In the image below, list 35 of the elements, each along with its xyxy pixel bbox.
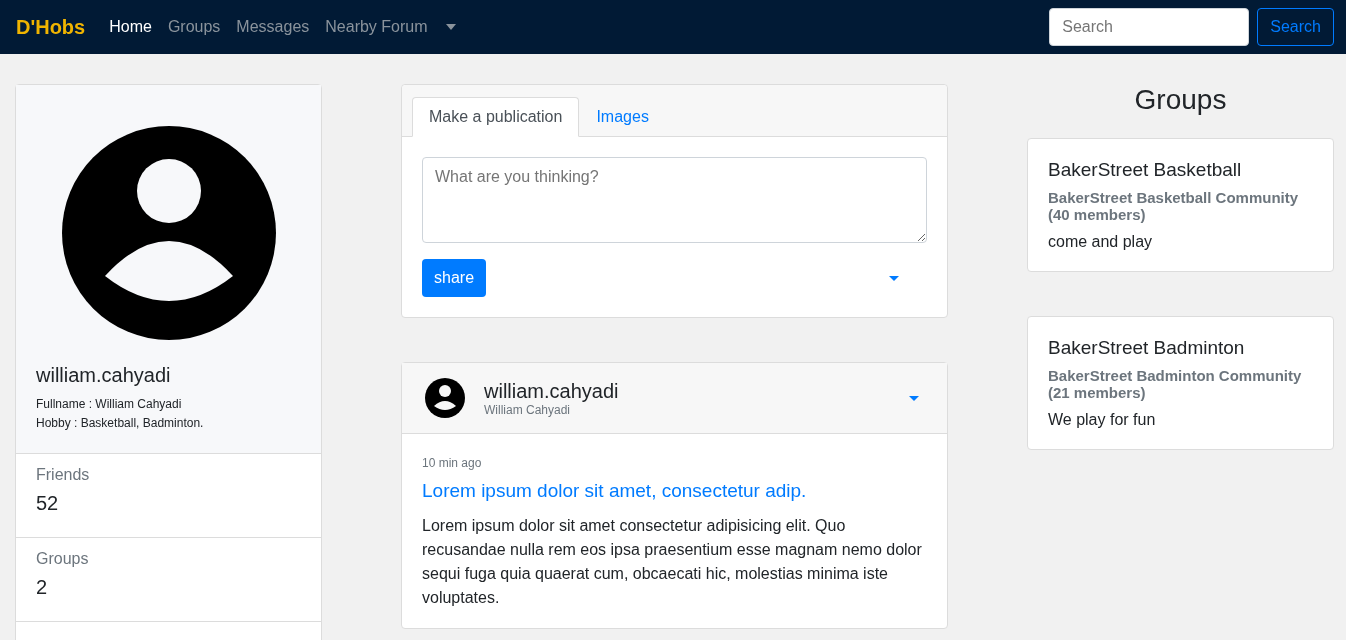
- group-name: BakerStreet Badminton: [1048, 337, 1246, 359]
- nav-link[interactable]: Messages: [236, 18, 310, 36]
- brand-logo[interactable]: D'Hobs: [16, 15, 86, 39]
- group-name: BakerStreet Basketball: [1048, 159, 1243, 181]
- post-input[interactable]: What are you thinking?: [422, 157, 927, 243]
- nav-link[interactable]: Nearby Forum: [325, 18, 428, 36]
- nav-link[interactable]: Groups: [167, 18, 221, 36]
- caret-icon[interactable]: [909, 395, 919, 401]
- post-text: Lorem ipsum dolor sit amet consectetur adipisicing elit. Quo recusandae nulla rem eos ipsa praesentium esse magnam nemo dolor sequi fuga quia quaerat cum, obcaecati hic, molestias minima iste voluptates.: [422, 516, 923, 608]
- stat-value: 2: [36, 576, 49, 599]
- search-field[interactable]: Search: [1049, 8, 1250, 46]
- profile-detail: Hobby : Basketball, Badminton.: [36, 415, 205, 432]
- post-time: 10 min ago: [422, 456, 483, 470]
- groups-heading: Groups: [1133, 84, 1228, 116]
- caret-icon[interactable]: [889, 275, 899, 281]
- post-title-link[interactable]: Lorem ipsum dolor sit amet, consectetur adip.: [422, 480, 927, 502]
- stat-value: 52: [36, 492, 60, 515]
- caret-icon[interactable]: [445, 24, 456, 30]
- tab[interactable]: Make a publication: [412, 97, 580, 137]
- search-button[interactable]: Search: [1257, 8, 1334, 46]
- nav-link[interactable]: Home: [109, 18, 152, 36]
- share-button[interactable]: share: [422, 259, 487, 297]
- avatar-icon: [61, 126, 276, 340]
- username: william.cahyadi: [36, 364, 172, 387]
- avatar-icon: [425, 378, 465, 418]
- post-author: william.cahyadi: [484, 379, 620, 403]
- stat-label: Friends: [36, 466, 91, 484]
- profile-detail: Fullname : William Cahyadi: [36, 396, 183, 413]
- group-description: come and play: [1048, 233, 1154, 251]
- tab[interactable]: Images: [579, 97, 666, 137]
- post-author-fullname: William Cahyadi: [484, 402, 572, 417]
- group-description: We play for fun: [1048, 411, 1157, 429]
- stat-label: Groups: [36, 550, 90, 568]
- group-subtitle: BakerStreet Badminton Community (21 members): [1048, 367, 1303, 401]
- group-subtitle: BakerStreet Basketball Community (40 members): [1048, 189, 1300, 223]
